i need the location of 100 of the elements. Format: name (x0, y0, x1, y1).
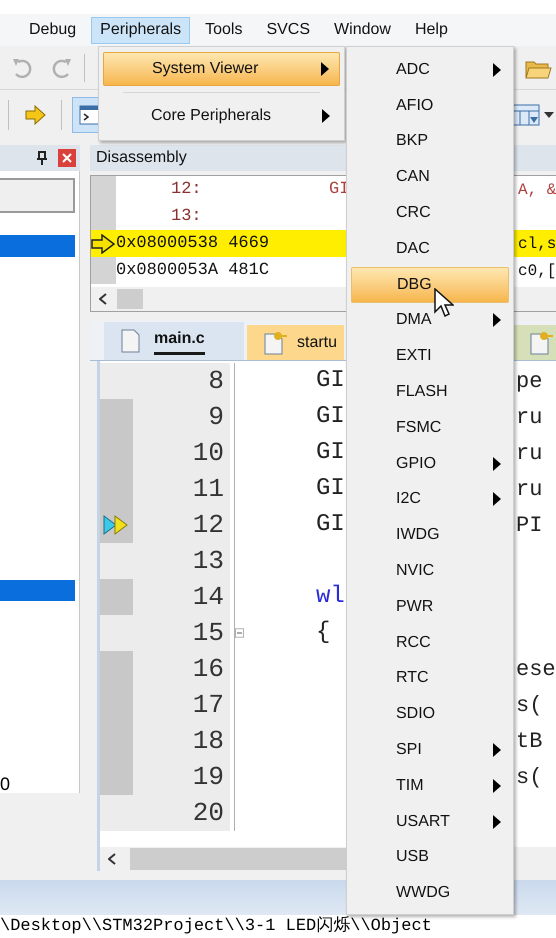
gutter-cell (91, 203, 116, 230)
close-icon (62, 153, 72, 163)
code-text: GI (316, 474, 345, 504)
code-text: wl (316, 582, 345, 612)
menu-item[interactable]: USART (351, 804, 509, 840)
line-number: 11 (133, 471, 230, 507)
current-instruction-arrow-icon (91, 234, 115, 254)
code-text: c0,[ (518, 260, 556, 282)
line-number: 12 (133, 507, 230, 543)
menu-item[interactable]: CRC (351, 195, 509, 231)
submenu-arrow-icon (493, 456, 501, 471)
menu-item[interactable]: TIM (351, 768, 509, 804)
code-text: { (316, 618, 330, 648)
code-text: ru (516, 440, 542, 468)
mouse-pointer-icon (434, 288, 454, 318)
terminal-icon (79, 105, 101, 125)
submenu-arrow-icon (493, 743, 501, 758)
line-number: 13 (133, 543, 230, 579)
line-number: 18 (133, 723, 230, 759)
line-number: 15 (133, 615, 230, 651)
code-text: GI (316, 438, 345, 468)
panel-title: Disassembly (96, 148, 187, 168)
close-button[interactable] (58, 149, 76, 167)
line-number: 9 (133, 399, 230, 435)
code-text: s( (516, 764, 542, 792)
code-text: cl,s (518, 234, 556, 254)
status-path: \Desktop\\STM32Project\\3-1 LED闪烁\\Object (0, 915, 556, 938)
list-item[interactable]: 0 (0, 771, 75, 792)
menu-item[interactable]: Debug (20, 16, 86, 44)
scroll-left-icon[interactable] (99, 293, 107, 305)
menu-item[interactable]: FSMC (351, 410, 509, 446)
menu-item[interactable]: Tools (196, 16, 252, 44)
submenu-arrow-icon (321, 62, 329, 76)
menu-item[interactable]: FLASH (351, 374, 509, 410)
menu-item[interactable]: NVIC (351, 553, 509, 589)
code-text: 12: (171, 178, 203, 201)
menu-item[interactable]: BKP (351, 124, 509, 160)
editor-tab[interactable] (513, 325, 556, 360)
menu-item[interactable]: EXTI (351, 338, 509, 374)
editor-tab[interactable]: startu (247, 325, 344, 360)
line-number: 20 (133, 795, 230, 831)
line-number: 8 (133, 363, 230, 399)
code-text: tB (516, 728, 542, 756)
menu-item[interactable]: Peripherals (91, 16, 190, 44)
scroll-left-icon[interactable] (108, 853, 116, 865)
menu-item[interactable]: AFIO (351, 88, 509, 124)
fold-toggle-icon[interactable] (235, 626, 244, 640)
menu-item[interactable]: Window (325, 16, 400, 44)
input-field[interactable] (0, 178, 75, 213)
list-item[interactable] (0, 580, 75, 601)
menu-item[interactable]: System Viewer (103, 52, 340, 86)
menu-item[interactable]: DMA (351, 302, 509, 338)
menu-item[interactable]: WWDG (351, 875, 509, 912)
scrollbar-thumb[interactable] (117, 289, 143, 309)
arrow-icon[interactable] (25, 105, 47, 125)
submenu-arrow-icon (493, 814, 501, 829)
menu-item[interactable]: SDIO (351, 696, 509, 732)
code-text: PI (516, 512, 542, 540)
menu-item[interactable]: IWDG (351, 517, 509, 554)
document-icon (263, 330, 287, 354)
code-text: ru (516, 404, 542, 432)
submenu-arrow-icon (493, 62, 501, 77)
submenu-arrow-icon (493, 492, 501, 506)
gutter-cell (91, 257, 116, 284)
menu-item[interactable]: DAC (351, 230, 509, 267)
code-text: ru (516, 476, 542, 504)
code-text: 0x08000538 4669 (116, 232, 270, 255)
menu-item[interactable]: CAN (351, 159, 509, 196)
line-number: 19 (133, 759, 230, 795)
menu-item[interactable]: Core Peripherals (103, 99, 340, 133)
menu-item[interactable]: PWR (351, 588, 509, 625)
code-text: A, & (518, 180, 556, 200)
menu-item[interactable]: GPIO (351, 446, 509, 482)
menu-item[interactable]: ADC (351, 52, 509, 88)
code-text: 13: (171, 206, 203, 228)
code-text: s( (516, 692, 542, 720)
menu-item[interactable]: SVCS (257, 16, 320, 44)
line-number: 16 (133, 651, 230, 687)
menu-item[interactable]: SPI (351, 732, 509, 768)
menu-item[interactable]: Help (406, 16, 457, 44)
code-text: GI (316, 366, 345, 396)
current-line-arrow-icon (102, 514, 130, 536)
menu-item[interactable]: I2C (351, 482, 509, 518)
menu-item[interactable]: DBG (351, 266, 509, 303)
menu-item[interactable]: RTC (351, 660, 509, 696)
line-number: 10 (133, 435, 230, 471)
editor-tab[interactable]: main.c (104, 322, 244, 360)
code-text: GI (316, 402, 345, 432)
code-text: GI (316, 510, 345, 540)
submenu-arrow-icon (493, 778, 501, 793)
document-icon (529, 330, 553, 354)
menu-item[interactable]: RCC (351, 624, 509, 661)
menu-item[interactable]: USB (351, 840, 509, 876)
gutter-cell (91, 176, 116, 203)
caret-icon[interactable] (544, 112, 554, 118)
pin-icon[interactable] (36, 151, 48, 165)
code-text: ese (516, 656, 556, 684)
line-number: 14 (133, 579, 230, 615)
line-number: 17 (133, 687, 230, 723)
code-text: 0x0800053A 481C (116, 260, 270, 282)
